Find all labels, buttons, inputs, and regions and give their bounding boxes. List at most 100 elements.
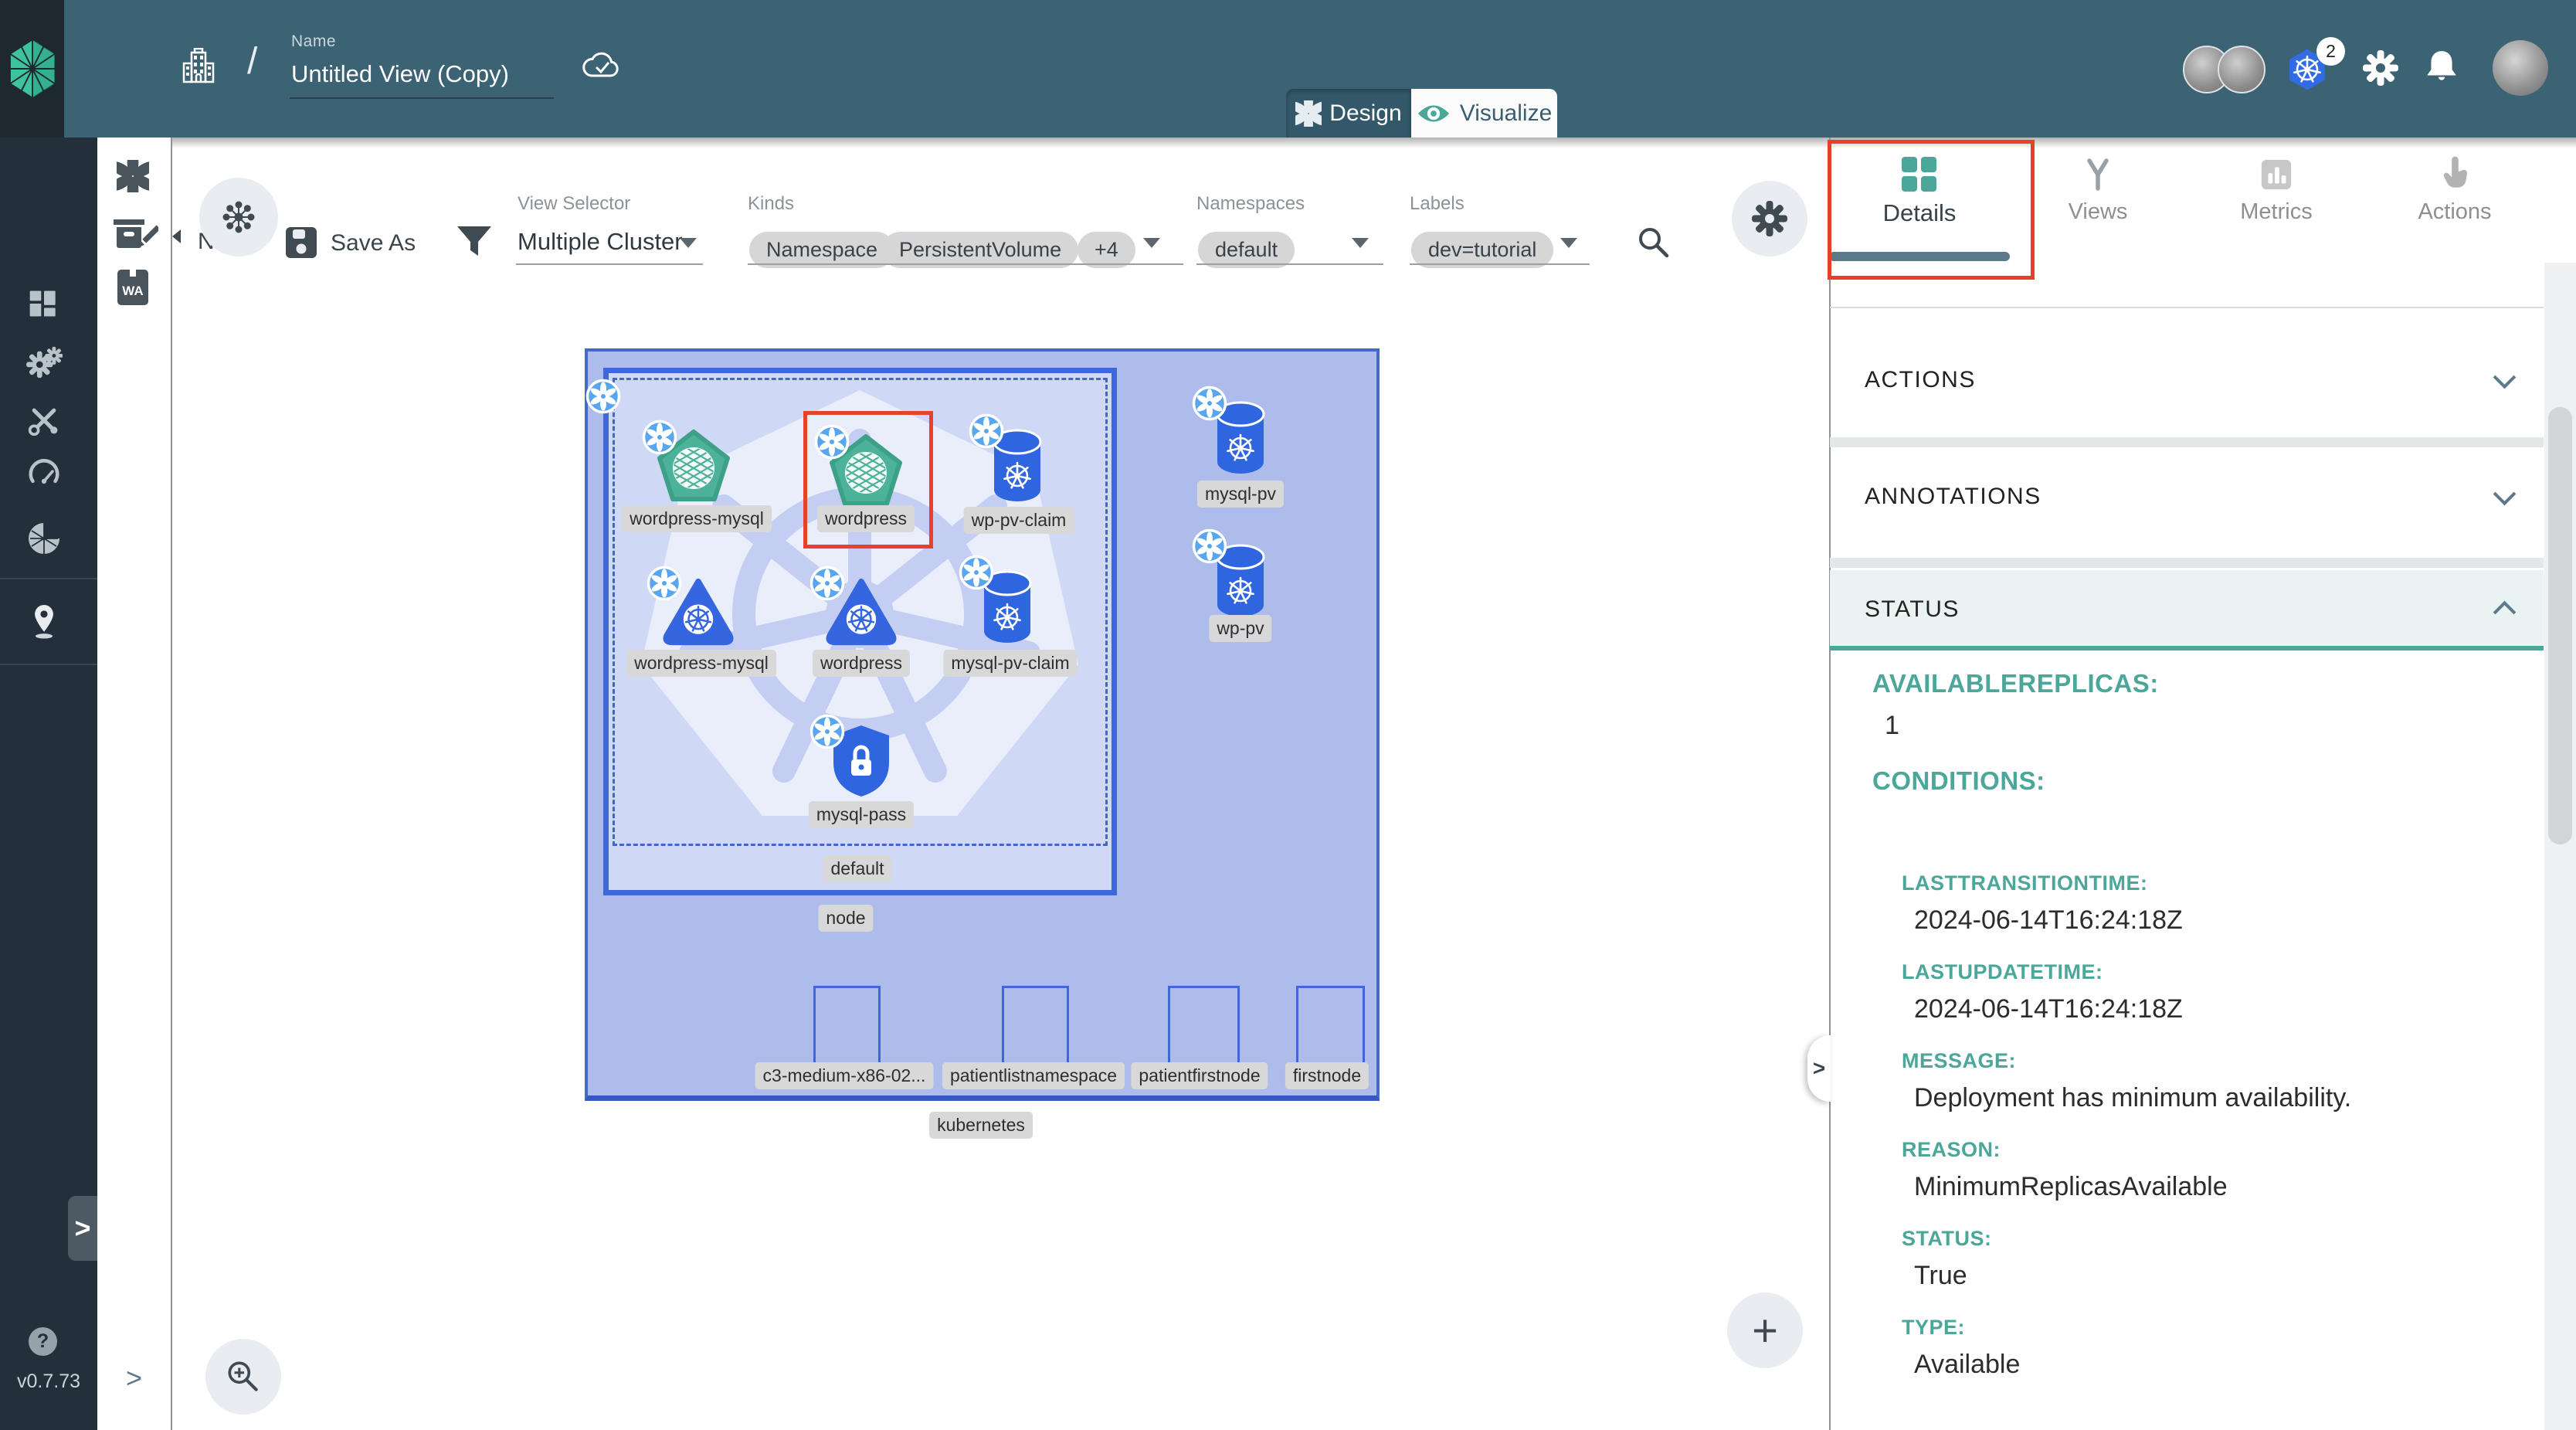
node-label: mysql-pv-claim — [943, 650, 1077, 677]
search-icon[interactable] — [1635, 224, 1672, 261]
machine-label: patientfirstnode — [1131, 1062, 1268, 1089]
breadcrumb-separator: / — [247, 40, 257, 83]
help-button[interactable]: ? — [29, 1327, 57, 1356]
sidebar-item-mesh[interactable] — [25, 520, 63, 557]
add-node-button[interactable]: + — [1727, 1292, 1803, 1368]
node-label: mysql-pv — [1197, 481, 1284, 508]
sidebar-item-configuration[interactable] — [27, 403, 61, 437]
tab-visualize[interactable]: Visualize — [1411, 89, 1557, 138]
organization-icon[interactable] — [180, 48, 217, 85]
view-name-input[interactable] — [291, 57, 551, 91]
machine-node[interactable] — [1296, 986, 1365, 1065]
machine-node[interactable] — [1168, 986, 1240, 1065]
tab-metrics[interactable]: Metrics — [2240, 199, 2312, 225]
name-field-label: Name — [291, 32, 336, 51]
save-as-button[interactable]: Save As — [331, 230, 416, 256]
meshery-badge-icon — [1191, 385, 1228, 422]
secondary-toolbar: WA > — [97, 138, 171, 1430]
machine-label: patientlistnamespace — [942, 1062, 1125, 1089]
chevron-down-icon[interactable] — [2493, 483, 2517, 506]
sidebar-item-performance[interactable] — [27, 457, 61, 488]
new-design-button[interactable] — [199, 178, 278, 256]
canvas-left-divider — [171, 138, 172, 1430]
panel-collapse-handle[interactable]: > — [1807, 1035, 1831, 1102]
zoom-in-button[interactable] — [205, 1339, 281, 1415]
panel-scrollbar-thumb[interactable] — [2548, 407, 2572, 844]
section-actions-header[interactable]: ACTIONS — [1865, 367, 1976, 393]
kinds-underline — [748, 263, 1183, 265]
meshery-badge-icon — [958, 554, 995, 591]
version-label: v0.7.73 — [17, 1371, 80, 1393]
namespace-chip[interactable]: default — [1198, 232, 1295, 268]
kinds-label: Kinds — [748, 193, 794, 215]
notifications-bell-icon[interactable] — [2424, 48, 2459, 85]
status-value: MinimumReplicasAvailable — [1914, 1172, 2228, 1202]
meshery-swirl-tool-icon[interactable] — [117, 160, 149, 192]
cluster-label: kubernetes — [929, 1112, 1033, 1139]
annotation-highlight-box — [1828, 140, 2035, 280]
view-selector-value[interactable]: Multiple Cluster — [518, 228, 683, 256]
header-shadow — [97, 138, 2576, 148]
status-value: 2024-06-14T16:24:18Z — [1914, 994, 2183, 1024]
collaborator-avatar[interactable] — [2218, 46, 2265, 93]
node-label: wp-pv — [1209, 615, 1271, 642]
namespaces-caret-icon[interactable] — [1352, 238, 1369, 248]
wasm-label: WA — [117, 284, 148, 299]
kinds-caret-icon[interactable] — [1143, 238, 1160, 248]
view-selector-caret-icon[interactable] — [680, 238, 697, 248]
status-value: 1 — [1885, 711, 1899, 741]
machine-node[interactable] — [1002, 986, 1069, 1065]
machine-node[interactable] — [813, 986, 881, 1065]
sidebar-item-lifecycle[interactable] — [25, 345, 63, 379]
meshery-app: / Name Design Visualize 2 — [0, 0, 2576, 1430]
status-key: CONDITIONS: — [1872, 766, 2045, 796]
views-icon — [2080, 157, 2116, 192]
label-chip[interactable]: dev=tutorial — [1411, 232, 1553, 268]
namespaces-label: Namespaces — [1196, 193, 1305, 215]
canvas-settings-button[interactable] — [1732, 181, 1807, 256]
sidebar-item-dashboard[interactable] — [27, 287, 61, 321]
section-gap — [1830, 558, 2544, 568]
saved-designs-archive-icon[interactable] — [110, 215, 158, 256]
collapse-arrow-icon[interactable] — [172, 229, 181, 243]
tab-design[interactable]: Design — [1286, 89, 1411, 138]
tab-views[interactable]: Views — [2069, 199, 2128, 225]
chevron-down-icon[interactable] — [2493, 366, 2517, 389]
settings-gear-icon[interactable] — [2362, 49, 2399, 87]
meshery-badge-icon — [809, 565, 846, 602]
node-label: wordpress — [813, 650, 910, 677]
node-label: mysql-pass — [809, 801, 914, 828]
filter-funnel-icon[interactable] — [456, 225, 493, 257]
status-key: LASTTRANSITIONTIME: — [1902, 871, 2147, 895]
status-key: LASTUPDATETIME: — [1902, 960, 2103, 984]
section-gap — [1830, 437, 2544, 447]
sidebar-item-environment-pin[interactable] — [27, 603, 61, 640]
namespace-label: default — [823, 855, 891, 882]
logo-box[interactable] — [0, 0, 64, 138]
cloud-saved-icon — [582, 49, 622, 81]
wasm-notch — [130, 270, 136, 277]
user-avatar[interactable] — [2493, 40, 2548, 96]
tab-actions[interactable]: Actions — [2418, 199, 2491, 225]
labels-caret-icon[interactable] — [1560, 238, 1577, 248]
sidebar-divider — [0, 664, 97, 665]
machine-label: c3-medium-x86-02... — [755, 1062, 934, 1089]
section-annotations-header[interactable]: ANNOTATIONS — [1865, 484, 2041, 510]
view-selector-underline — [516, 263, 703, 265]
kind-chip[interactable]: PersistentVolume — [882, 232, 1078, 268]
node-region-label: node — [818, 905, 873, 932]
secondary-expand-chevron[interactable]: > — [126, 1362, 142, 1394]
visualize-eye-icon — [1417, 102, 1451, 125]
node-label: wordpress-mysql — [626, 650, 776, 677]
kind-chip-more[interactable]: +4 — [1078, 232, 1135, 268]
zoom-in-icon — [224, 1357, 263, 1396]
kind-chip[interactable]: Namespace — [749, 232, 894, 268]
sidebar-expand-handle[interactable]: > — [68, 1196, 97, 1261]
wasm-filter-icon[interactable]: WA — [117, 270, 148, 305]
section-status-header: STATUS — [1865, 596, 1960, 623]
meshery-badge-icon — [968, 413, 1005, 450]
save-as-icon — [286, 227, 317, 258]
namespaces-underline — [1196, 263, 1383, 265]
status-value: True — [1914, 1261, 1967, 1291]
meshery-badge-icon — [809, 713, 846, 750]
